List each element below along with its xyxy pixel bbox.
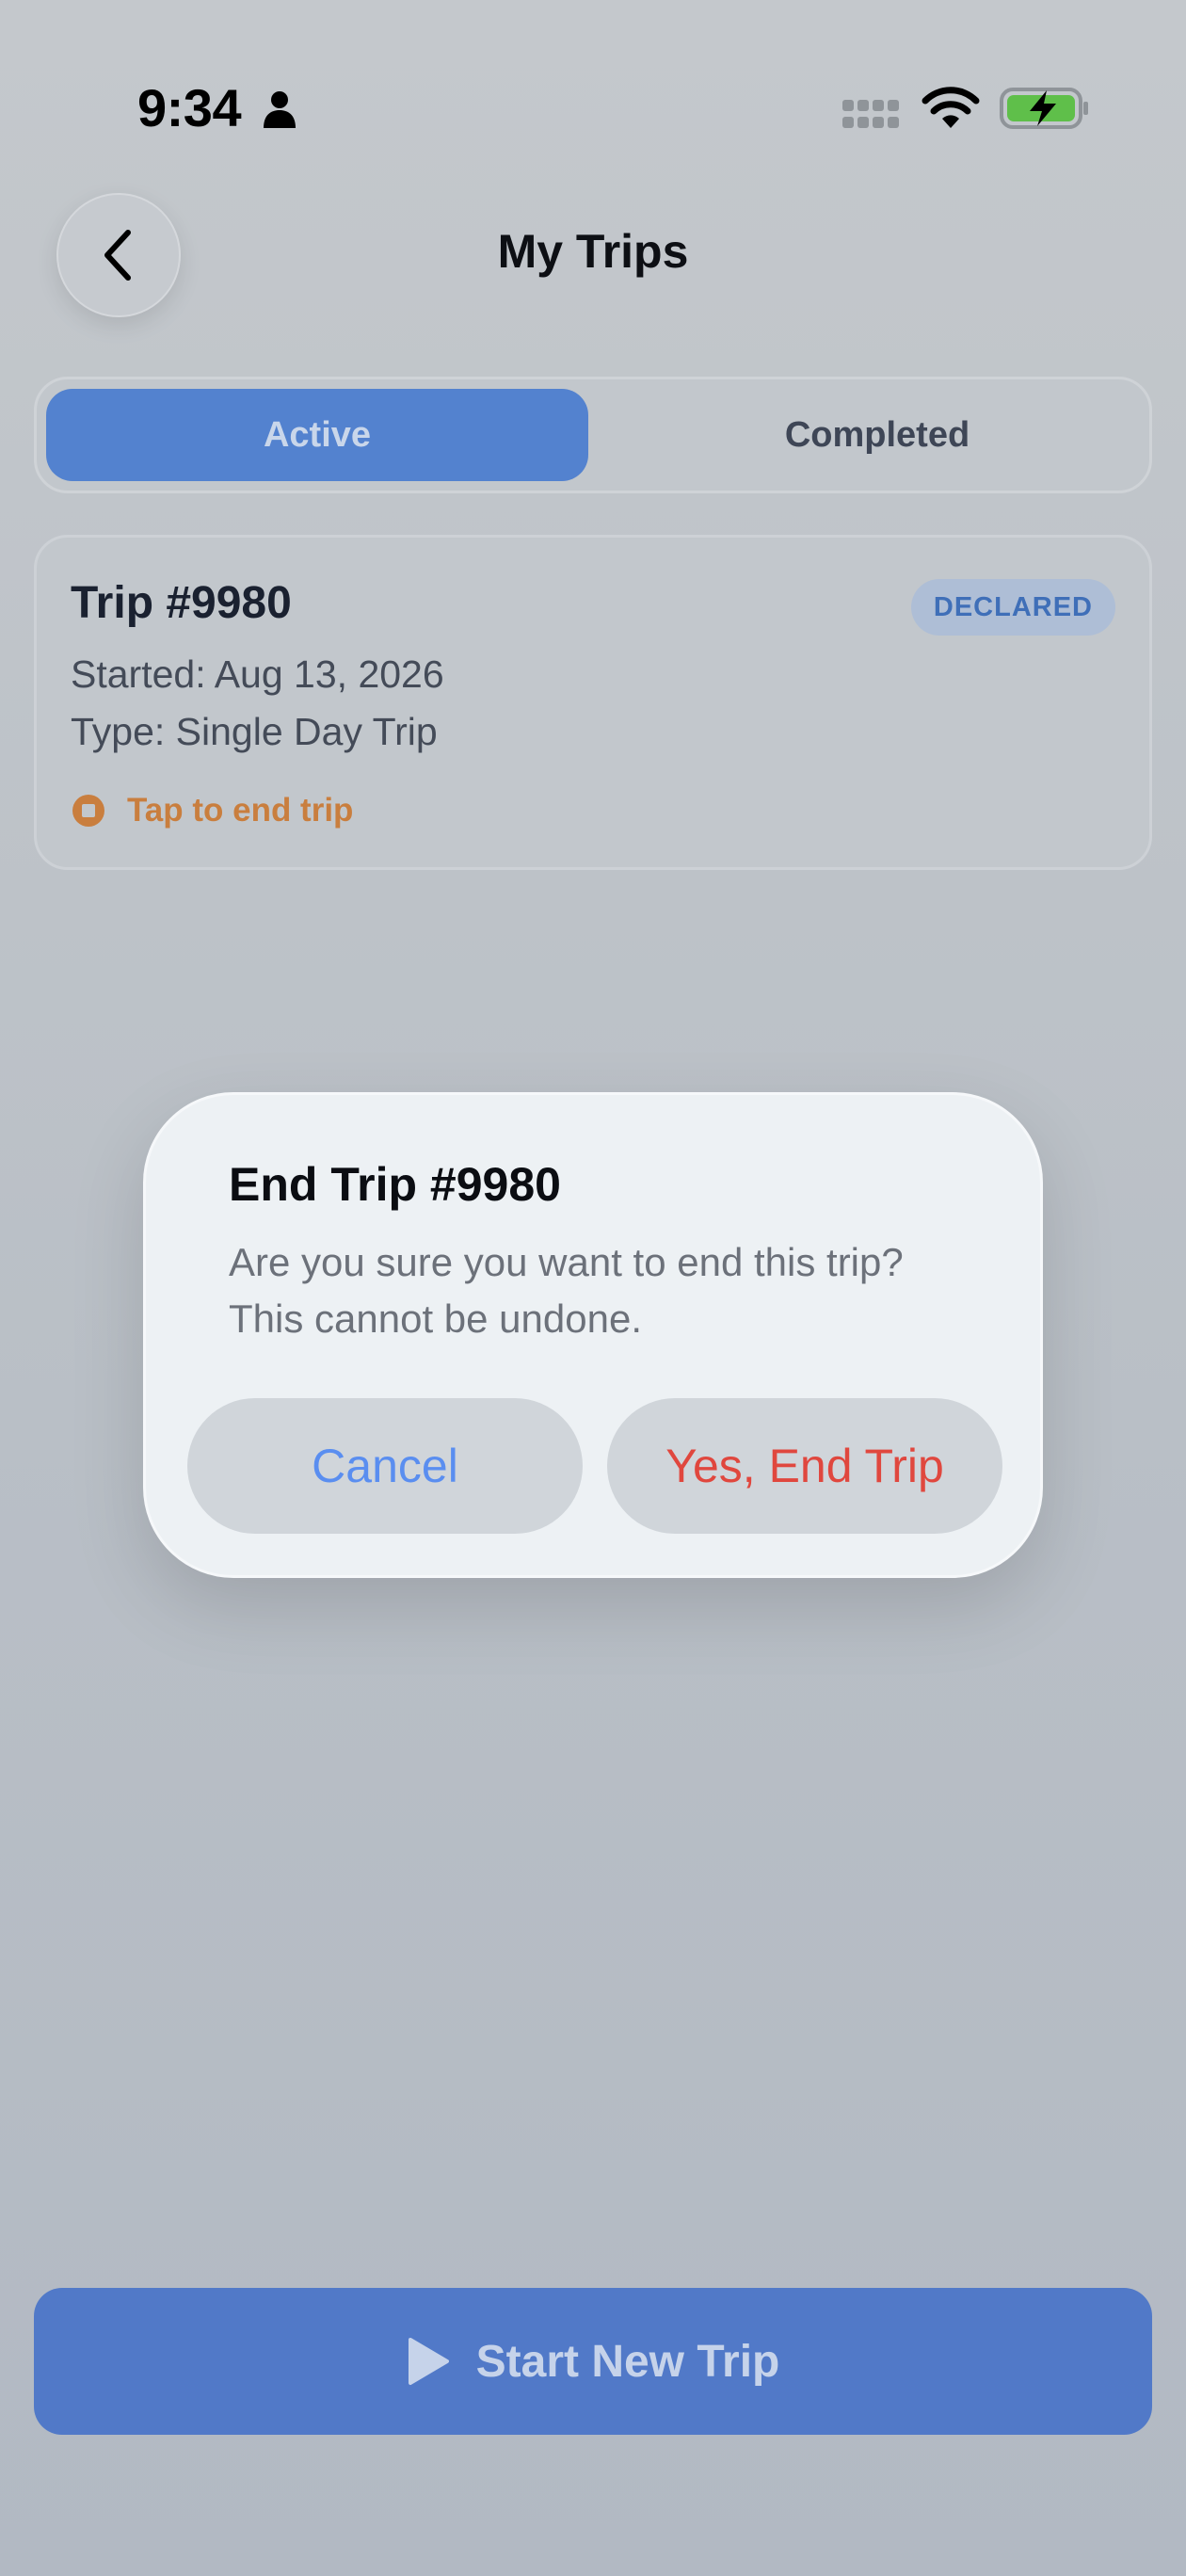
tab-active[interactable]: Active <box>46 389 588 481</box>
dialog-title: End Trip #9980 <box>229 1158 561 1211</box>
wifi-icon <box>922 87 980 128</box>
page-title: My Trips <box>497 225 689 278</box>
trip-started-date: Started: Aug 13, 2026 <box>71 652 444 696</box>
battery-charging-icon <box>1000 88 1088 129</box>
trip-card[interactable]: Trip #9980 DECLARED Started: Aug 13, 202… <box>34 535 1152 870</box>
tab-completed[interactable]: Completed <box>611 389 1144 481</box>
start-new-trip-label: Start New Trip <box>475 2336 780 2387</box>
trip-status-tabs: Active Completed <box>34 377 1152 493</box>
status-bar: 9:34 <box>0 0 1186 188</box>
end-trip-dialog: End Trip #9980 Are you sure you want to … <box>143 1092 1043 1578</box>
play-icon <box>408 2338 449 2385</box>
confirm-end-trip-button[interactable]: Yes, End Trip <box>607 1398 1002 1534</box>
trip-type: Type: Single Day Trip <box>71 710 438 753</box>
cellular-signal-icon <box>842 100 899 128</box>
status-time: 9:34 <box>137 78 242 137</box>
person-icon <box>264 91 296 128</box>
start-new-trip-button[interactable]: Start New Trip <box>34 2288 1152 2435</box>
trip-title: Trip #9980 <box>71 578 292 628</box>
status-badge: DECLARED <box>910 579 1115 636</box>
end-trip-label: Tap to end trip <box>127 792 354 829</box>
dialog-message: Are you sure you want to end this trip? … <box>229 1240 904 1341</box>
cancel-button[interactable]: Cancel <box>187 1398 583 1534</box>
stop-circle-icon <box>72 795 104 827</box>
end-trip-prompt[interactable]: Tap to end trip <box>71 792 353 829</box>
